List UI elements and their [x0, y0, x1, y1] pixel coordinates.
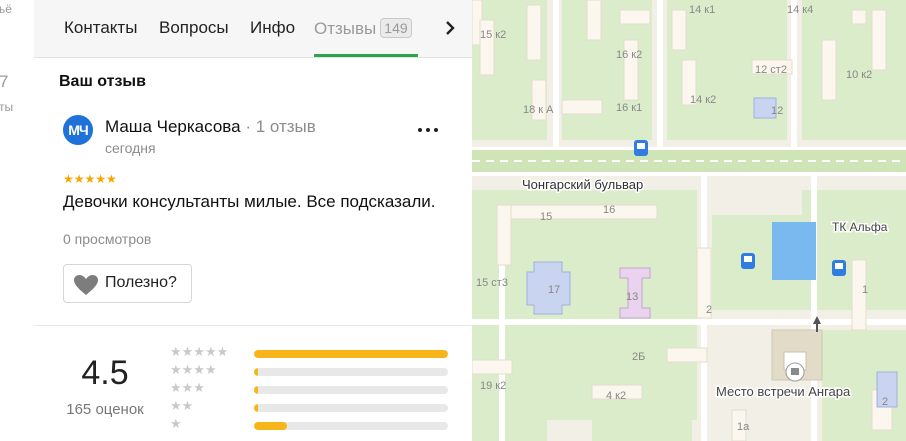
house-number-label: 14 к4: [787, 4, 813, 16]
reviews-count-badge: 149: [380, 18, 412, 38]
rating-bar-track: [254, 422, 448, 430]
active-tab-indicator: [314, 54, 418, 57]
map[interactable]: 14 к1 14 к4 15 к2 16 к2 12 ст2 10 к2 18 …: [472, 0, 906, 441]
rating-count: 165 оценок: [66, 401, 144, 418]
bus-stop-icon[interactable]: [741, 253, 755, 269]
tab-contacts[interactable]: Контакты: [64, 18, 137, 38]
rating-bar-track: [254, 350, 448, 358]
house-number-label: 17: [548, 284, 560, 296]
your-review-heading: Ваш отзыв: [59, 73, 146, 90]
house-number-label: 1: [862, 284, 868, 296]
rating-bar-fill: [254, 350, 448, 358]
tab-info[interactable]: Инфо: [250, 18, 295, 38]
rating-value: 4.5: [81, 354, 129, 392]
house-number-label: 2: [882, 396, 888, 408]
street-label: Чонгарский бульвар: [522, 177, 643, 192]
house-number-label: 4 к2: [606, 390, 626, 402]
shop-pin-icon[interactable]: [785, 362, 805, 382]
rating-bar-fill: [254, 368, 258, 376]
house-number-label: 14 к1: [689, 4, 715, 16]
house-number-label: 15 ст3: [476, 277, 508, 289]
chevron-right-icon[interactable]: [438, 16, 462, 40]
house-number-label: 10 к2: [846, 69, 872, 81]
rating-row-stars: ★★★★★: [170, 344, 229, 359]
author-name[interactable]: Маша Черкасова: [105, 117, 241, 136]
more-icon[interactable]: [417, 122, 443, 138]
rating-bar-track: [254, 368, 448, 376]
house-number-label: 1а: [737, 421, 750, 433]
house-number-label: 15 к2: [480, 29, 506, 41]
rating-bar-fill: [254, 386, 258, 394]
rating-row-stars: ★★★★: [170, 362, 217, 377]
review-views: 0 просмотров: [63, 231, 152, 247]
tabs-bar: Контакты Вопросы Инфо Отзывы 149: [34, 0, 472, 58]
review-date: сегодня: [105, 140, 156, 156]
bus-stop-icon[interactable]: [634, 140, 648, 156]
poi-label-tk-alfa[interactable]: ТК Альфа: [831, 219, 890, 236]
house-number-label: 14 к2: [690, 94, 716, 106]
house-number-label: 19 к2: [480, 380, 506, 392]
left-strip-text: ты: [0, 100, 14, 114]
left-strip-text: ьё: [0, 2, 12, 16]
useful-button-label: Полезно?: [105, 274, 177, 291]
rating-bar-fill: [254, 404, 258, 412]
tab-reviews-label: Отзывы: [314, 19, 377, 38]
left-strip-text: 7: [0, 72, 8, 92]
divider: [34, 325, 472, 326]
author-reviews-count: · 1 отзыв: [245, 117, 316, 136]
useful-button[interactable]: Полезно?: [63, 264, 192, 303]
house-number-label: 12 ст2: [755, 64, 787, 76]
house-number-label: 18 к А: [523, 104, 554, 116]
review-stars: ★★★★★: [63, 172, 117, 186]
review-text: Девочки консультанты милые. Все подсказа…: [63, 192, 436, 211]
avatar[interactable]: МЧ: [63, 115, 93, 145]
author-separator: ·: [245, 117, 251, 136]
left-strip: ьё 7 ты: [0, 0, 35, 441]
house-number-label: 16: [603, 204, 615, 216]
house-number-label: 2Б: [632, 351, 645, 363]
tab-reviews[interactable]: Отзывы 149: [314, 18, 412, 39]
house-number-label: 16 к2: [616, 49, 642, 61]
tab-questions[interactable]: Вопросы: [159, 18, 229, 38]
house-number-label: 16 к1: [616, 102, 642, 114]
organization-panel: Контакты Вопросы Инфо Отзывы 149 Ваш отзы…: [34, 0, 473, 441]
house-number-label: 2: [706, 304, 712, 316]
heart-icon: [74, 275, 98, 295]
house-number-label: 12: [771, 105, 783, 117]
rating-row-stars: ★★★: [170, 380, 205, 395]
house-number-label: 15: [540, 211, 552, 223]
rating-row-stars: ★: [170, 416, 182, 431]
house-number-label: 13: [626, 291, 638, 303]
rating-bar-track: [254, 386, 448, 394]
poi-label-angara[interactable]: Место встречи Ангара: [715, 383, 853, 401]
rating-bar-track: [254, 404, 448, 412]
rating-row-stars: ★★: [170, 398, 194, 413]
bus-stop-icon[interactable]: [832, 260, 846, 276]
author-reviews-label: 1 отзыв: [255, 117, 316, 136]
rating-bar-fill: [254, 422, 287, 430]
tk-alfa-roof: [772, 222, 816, 280]
review-author: Маша Черкасова · 1 отзыв: [105, 117, 316, 137]
